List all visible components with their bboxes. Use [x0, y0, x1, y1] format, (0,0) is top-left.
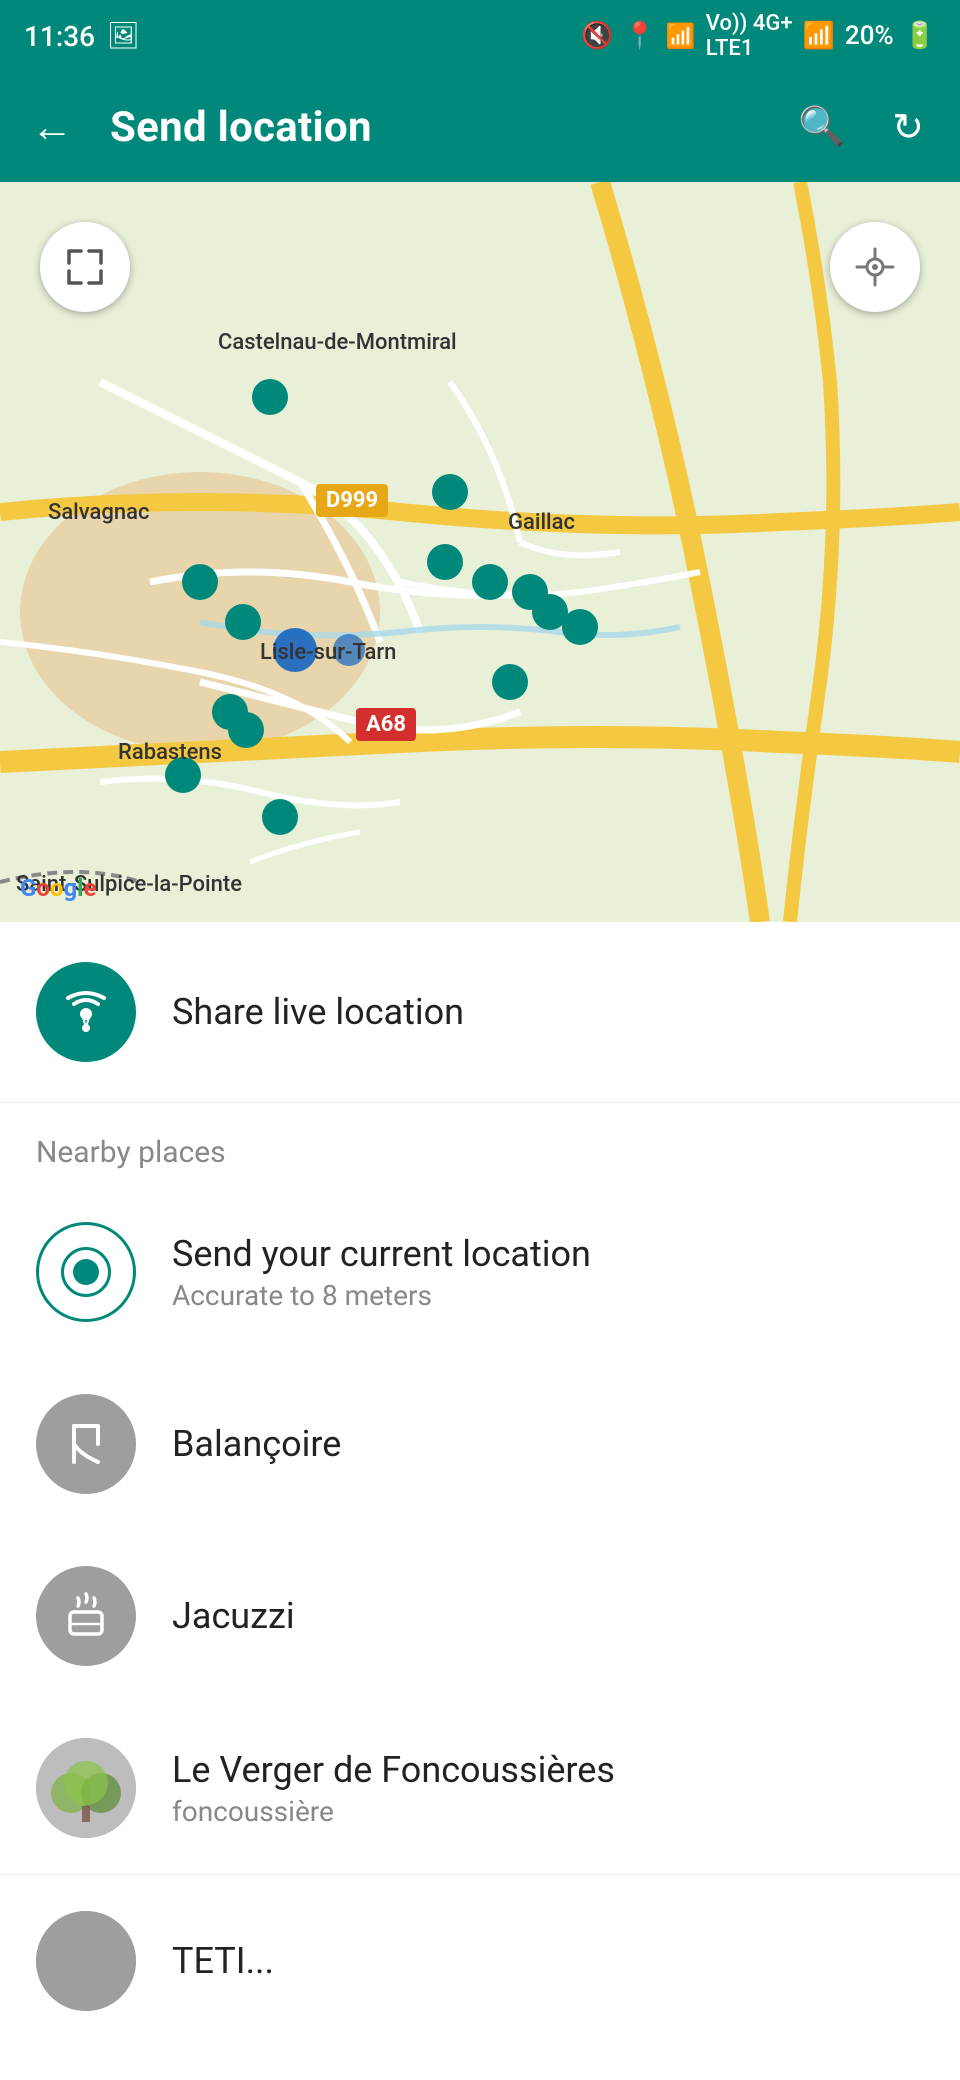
gallery-icon: 🖼: [107, 21, 140, 51]
jacuzzi-title: Jacuzzi: [172, 1595, 295, 1637]
teti-title: TETI...: [172, 1940, 274, 1982]
teti-text: TETI...: [172, 1940, 274, 1982]
current-location-subtitle: Accurate to 8 meters: [172, 1279, 591, 1312]
place-salvagnac: Salvagnac: [48, 500, 149, 525]
google-logo: Google: [20, 874, 97, 902]
share-live-icon: [36, 962, 136, 1062]
jacuzzi-item[interactable]: Jacuzzi: [0, 1530, 960, 1702]
network-text: Vo)) 4G+LTE1: [706, 11, 793, 61]
le-verger-title: Le Verger de Foncoussières: [172, 1749, 615, 1791]
status-bar: 11:36 🖼 🔇 📍 📶 Vo)) 4G+LTE1 📶 20% 🔋: [0, 0, 960, 72]
time: 11:36: [24, 20, 95, 53]
map-container[interactable]: Castelnau-de-Montmiral Salvagnac Gaillac…: [0, 182, 960, 922]
location-status-icon: 📍: [624, 21, 656, 51]
share-live-location-item[interactable]: Share live location: [0, 922, 960, 1103]
place-gaillac: Gaillac: [508, 510, 575, 535]
status-right: 🔇 📍 📶 Vo)) 4G+LTE1 📶 20% 🔋: [581, 11, 936, 61]
battery-icon: 🔋: [904, 21, 936, 51]
road-badge-d999: D999: [316, 484, 388, 517]
road-badge-a68: A68: [356, 708, 416, 741]
jacuzzi-icon: [36, 1566, 136, 1666]
signal-icon: 📶: [803, 21, 835, 51]
wifi-icon: 📶: [666, 22, 696, 50]
balancoire-item[interactable]: Balançoire: [0, 1358, 960, 1530]
le-verger-item[interactable]: Le Verger de Foncoussières foncoussière: [0, 1702, 960, 1874]
balancoire-text: Balançoire: [172, 1423, 341, 1465]
current-location-item[interactable]: Send your current location Accurate to 8…: [0, 1186, 960, 1358]
current-location-text: Send your current location Accurate to 8…: [172, 1233, 591, 1312]
le-verger-subtitle: foncoussière: [172, 1795, 615, 1828]
place-rabastens: Rabastens: [118, 740, 222, 765]
map-svg: [0, 182, 960, 922]
top-app-bar: ← Send location 🔍 ↻: [0, 72, 960, 182]
nearby-section-label: Nearby places: [0, 1103, 960, 1186]
balancoire-title: Balançoire: [172, 1423, 341, 1465]
current-location-icon: [36, 1222, 136, 1322]
jacuzzi-text: Jacuzzi: [172, 1595, 295, 1637]
status-left: 11:36 🖼: [24, 20, 140, 53]
share-live-label: Share live location: [172, 991, 464, 1033]
teti-icon: [36, 1911, 136, 2011]
refresh-button[interactable]: ↻: [880, 99, 936, 155]
page-title: Send location: [110, 103, 764, 152]
fullscreen-button[interactable]: [40, 222, 130, 312]
teti-item[interactable]: TETI...: [0, 1874, 960, 2021]
mute-icon: 🔇: [581, 21, 613, 51]
search-button[interactable]: 🔍: [794, 99, 850, 155]
current-location-title: Send your current location: [172, 1233, 591, 1275]
le-verger-icon: [36, 1738, 136, 1838]
back-button[interactable]: ←: [24, 99, 80, 155]
balancoire-icon: [36, 1394, 136, 1494]
my-location-button[interactable]: [830, 222, 920, 312]
le-verger-text: Le Verger de Foncoussières foncoussière: [172, 1749, 615, 1828]
place-castelnau: Castelnau-de-Montmiral: [218, 330, 457, 355]
battery: 20%: [845, 21, 894, 51]
place-lisle: Lisle-sur-Tarn: [260, 640, 396, 665]
